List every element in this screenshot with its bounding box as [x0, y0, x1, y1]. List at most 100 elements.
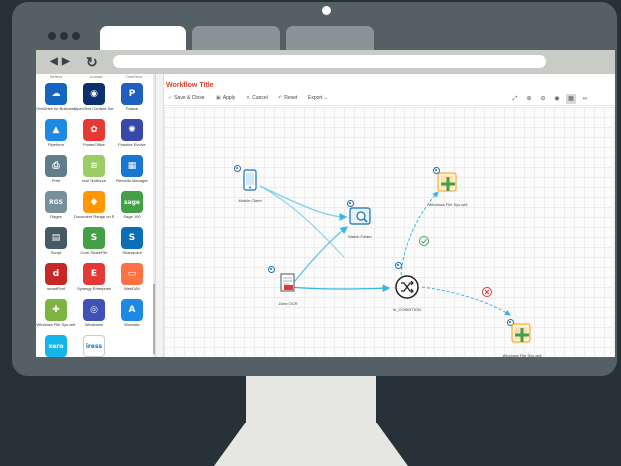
node-watch-folder[interactable]: Watch Folder	[338, 205, 382, 239]
palette-item[interactable]: ▦ Records Manager	[112, 155, 152, 183]
palette-item[interactable]: ⎙ Print	[36, 155, 76, 183]
address-bar[interactable]	[113, 55, 546, 68]
workflow-title: Workflow Title	[166, 82, 214, 89]
grid-icon[interactable]: ▦	[566, 94, 576, 104]
editor-toolbar: ✓ Save & Close ▣ Apply ✕ Cancel ↶ Reset Expo…	[164, 92, 615, 106]
palette-item[interactable]: S Sharepoint	[112, 227, 152, 255]
palette-item-label: Sage 100	[123, 214, 141, 219]
palette-top-label: Writers	[49, 74, 63, 79]
palette-item[interactable]: A Worksite	[112, 299, 152, 327]
node-zone-ocr[interactable]: Zone OCR	[266, 272, 310, 306]
palette-item[interactable]: ▲ Pipeform	[36, 119, 76, 147]
sharefile-icon: S	[83, 227, 105, 249]
palette-item[interactable]: S Core ShareFile	[74, 227, 114, 255]
pipeform-icon: ▲	[45, 119, 67, 141]
palette-item-label: Windows File Sys writ	[36, 322, 76, 327]
palette-item[interactable]: ✚ Windows File Sys writ	[36, 299, 76, 327]
palette-item[interactable]: iress	[74, 335, 114, 358]
node-windows-file-writer[interactable]: Windows File Sys writ	[500, 322, 544, 358]
reload-icon[interactable]: ↻	[86, 53, 98, 71]
palette-item-label: Print	[51, 178, 61, 183]
browser-tab-active[interactable]	[100, 26, 186, 50]
node-port[interactable]	[395, 262, 402, 269]
script-icon: ▤	[45, 227, 67, 249]
palette-item[interactable]: RGS Rages	[36, 191, 76, 219]
workflow-app: Writers Unload OneDrive ☁ OneDrive for Bu…	[36, 74, 615, 363]
node-label: Windows File Sys writ	[428, 202, 468, 207]
palette-item[interactable]: ◉OpenText Content Server	[74, 83, 114, 111]
palette-item[interactable]: ▭ WebDAV	[112, 263, 152, 291]
view-icon[interactable]: ◉	[552, 94, 562, 104]
cancel-button[interactable]: ✕ Cancel	[246, 95, 268, 102]
chevron-down-icon: ⌄	[323, 95, 329, 101]
palette-item[interactable]: P Palace	[112, 83, 152, 111]
export-button[interactable]: Export ⌄	[308, 95, 330, 102]
workflow-canvas[interactable]: Mobile Client Watch Folder Zone OCR in_C…	[164, 107, 615, 363]
monitor-stand-neck	[246, 376, 376, 426]
palette-item-label: OpenText Content Server	[74, 106, 114, 111]
palette-item-label: Pipeform	[47, 142, 64, 147]
windows-file-system-icon: ✚	[45, 299, 67, 321]
palette-item[interactable]: ≋ real Textforce	[74, 155, 114, 183]
undo-icon: ↶	[278, 95, 283, 101]
node-label: Watch Folder	[348, 234, 372, 239]
palette-item[interactable]: d smartFind	[36, 263, 76, 291]
apply-button[interactable]: ▣ Apply	[216, 95, 235, 102]
fullscreen-icon[interactable]: ⤢	[510, 94, 520, 104]
shuffle-condition-icon	[395, 275, 419, 299]
palace-icon: P	[121, 83, 143, 105]
browser-navbar: ◀ ▶ ↻	[36, 50, 615, 74]
connector-mobile-branch[interactable]	[259, 185, 345, 258]
success-check-icon[interactable]	[419, 236, 429, 246]
palette-item-label: Practice Evolve	[118, 142, 146, 147]
palette-item[interactable]: ◎ Windream	[74, 299, 114, 327]
node-label: Mobile Client	[238, 198, 262, 203]
practice-evolve-icon: ✺	[121, 119, 143, 141]
panel-divider[interactable]	[156, 74, 164, 363]
palette-item[interactable]: E Synergy Enterprise	[74, 263, 114, 291]
palette-item[interactable]: ✿ PowerOffice	[74, 119, 114, 147]
connector-condition-writer-bottom[interactable]	[421, 286, 511, 316]
forward-arrow-icon[interactable]: ▶	[62, 53, 70, 71]
save-icon: ▣	[216, 95, 221, 101]
check-icon: ✓	[168, 95, 173, 101]
file-system-plus-icon	[437, 172, 457, 192]
print-icon: ⎙	[45, 155, 67, 177]
palette-item-label: Records Manager	[116, 178, 148, 183]
palette-item-label: PowerOffice	[83, 142, 105, 147]
back-arrow-icon[interactable]: ◀	[50, 53, 58, 71]
palette-item-label: Worksite	[124, 322, 140, 327]
webcam	[322, 6, 331, 15]
palette-item[interactable]: ▤ Script	[36, 227, 76, 255]
node-mobile-client[interactable]: Mobile Client	[228, 169, 272, 203]
poweroffice-icon: ✿	[83, 119, 105, 141]
palette-item[interactable]: ✺ Practice Evolve	[112, 119, 152, 147]
palette-item[interactable]: xero	[36, 335, 76, 358]
link-icon[interactable]: ∞	[580, 94, 590, 104]
browser-tab[interactable]	[286, 26, 374, 50]
folder-search-icon	[349, 207, 371, 225]
palette-item[interactable]: sage Sage 100	[112, 191, 152, 219]
rages-icon: RGS	[45, 191, 67, 213]
browser-tab[interactable]	[192, 26, 280, 50]
connector-mobile-watch[interactable]	[259, 185, 348, 221]
connection-layer	[259, 185, 511, 316]
palette-item[interactable]: ◆Document Range on Repository	[74, 191, 114, 219]
palette-item[interactable]: ☁ OneDrive for Business	[36, 83, 76, 111]
palette-top-label: OneDrive	[125, 74, 143, 79]
save-close-button[interactable]: ✓ Save & Close	[168, 95, 205, 102]
webdav-icon: ▭	[121, 263, 143, 285]
zoom-out-icon[interactable]: ⊖	[538, 94, 548, 104]
ocr-document-icon	[280, 273, 295, 292]
window-dot	[72, 32, 80, 40]
synergy-icon: E	[83, 263, 105, 285]
sharepoint-icon: S	[121, 227, 143, 249]
palette-item-label: smartFind	[47, 286, 65, 291]
node-windows-file-writer[interactable]: Windows File Sys writ	[426, 171, 470, 207]
zoom-in-icon[interactable]: ⊕	[524, 94, 534, 104]
textforce-icon: ≋	[83, 155, 105, 177]
palette-item-label: Rages	[50, 214, 62, 219]
node-condition[interactable]: in_CONDITION	[385, 274, 429, 312]
reset-button[interactable]: ↶ Reset	[278, 95, 297, 102]
monitor-stand-base	[214, 423, 408, 466]
